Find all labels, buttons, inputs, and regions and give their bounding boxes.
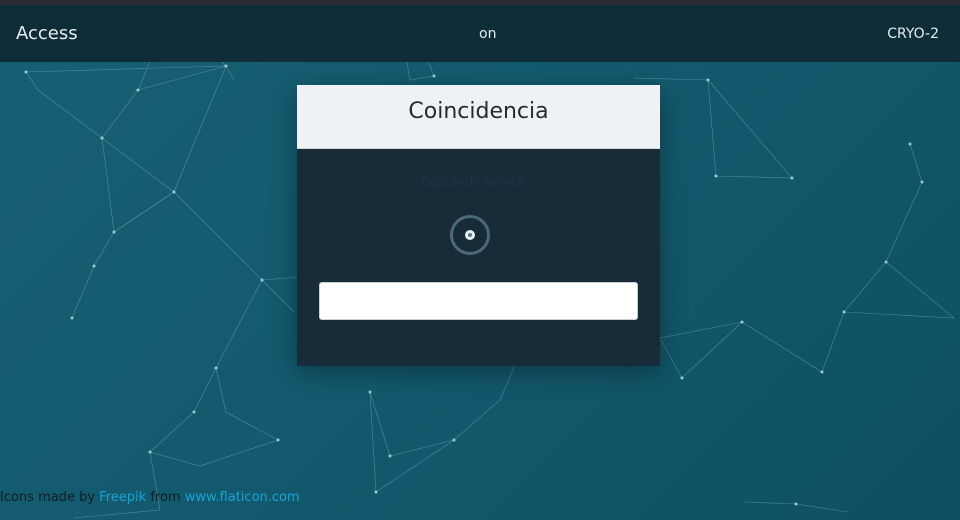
spinner-center-dot: [465, 230, 475, 240]
icon-credits: Icons made by Freepik from www.flaticon.…: [0, 490, 300, 505]
dialog-header: Coincidencia: [297, 85, 660, 149]
dialog-title: Coincidencia: [408, 99, 549, 124]
freepik-link[interactable]: Freepik: [99, 490, 146, 505]
device-label: CRYO-2: [887, 26, 939, 42]
credits-middle: from: [150, 490, 181, 505]
code-input[interactable]: [319, 282, 638, 320]
credits-prefix: Icons made by: [0, 490, 96, 505]
coincidence-dialog: Coincidencia Buscando tarjeta...: [297, 85, 660, 366]
flaticon-link[interactable]: www.flaticon.com: [185, 490, 300, 505]
loading-spinner-icon: [450, 215, 490, 255]
brand-label[interactable]: Access: [16, 23, 78, 44]
status-label: on: [479, 26, 497, 42]
dialog-status-text: Buscando tarjeta...: [421, 175, 536, 189]
top-navbar: Access on CRYO-2: [0, 5, 960, 62]
